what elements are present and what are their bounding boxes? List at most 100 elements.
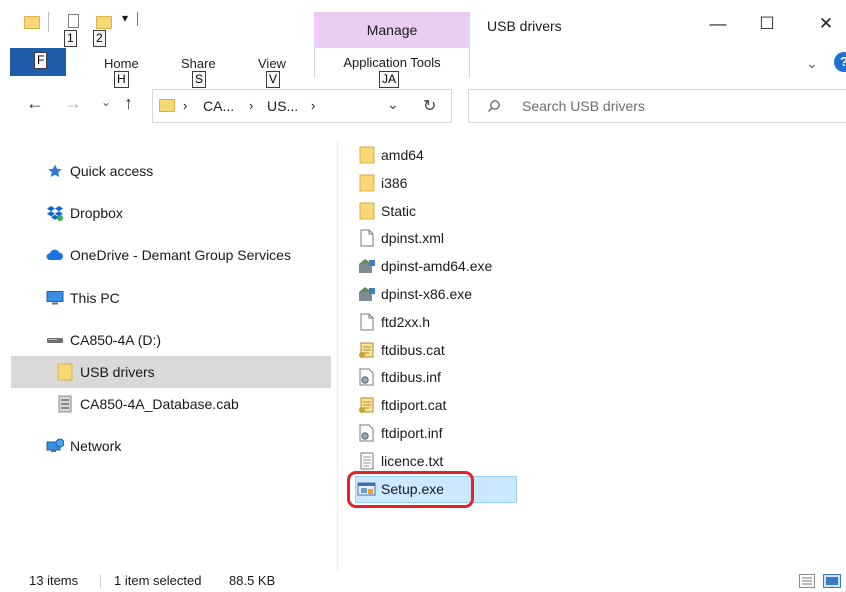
list-item-dpinst-xml[interactable]: dpinst.xml — [356, 224, 444, 252]
file-name: licence.txt — [381, 453, 444, 469]
nav-item-drive[interactable]: CA850-4A (D:) — [46, 326, 161, 354]
file-name: amd64 — [381, 147, 424, 163]
back-button[interactable]: ← — [26, 93, 44, 114]
breadcrumb-separator[interactable]: › — [249, 98, 253, 113]
document-icon — [356, 312, 378, 332]
drive-icon — [46, 332, 64, 348]
large-icons-view-icon[interactable] — [823, 574, 841, 591]
breadcrumb-separator[interactable]: › — [183, 98, 187, 113]
file-tab[interactable]: F — [10, 48, 66, 76]
up-button[interactable]: ↑ — [124, 93, 133, 114]
list-item-ftdiport-inf[interactable]: ftdiport.inf — [356, 419, 442, 447]
setup-info-icon — [356, 423, 378, 443]
installer-icon — [356, 256, 378, 276]
file-name: i386 — [381, 175, 408, 191]
minimize-button[interactable]: — — [703, 14, 733, 34]
list-item-ftdiport-cat[interactable]: ftdiport.cat — [356, 391, 446, 419]
search-box[interactable]: Search USB drivers — [468, 89, 846, 123]
keytip-1: 1 — [64, 30, 77, 47]
list-item-dpinst-amd64[interactable]: dpinst-amd64.exe — [356, 252, 492, 280]
breadcrumb-folder[interactable]: US... — [267, 98, 298, 114]
folder-icon — [356, 173, 378, 193]
list-item-ftd2xx-h[interactable]: ftd2xx.h — [356, 308, 430, 336]
text-file-icon — [356, 451, 378, 471]
selection-size: 88.5 KB — [229, 573, 276, 588]
file-name: dpinst-x86.exe — [381, 286, 473, 302]
keytip-v: V — [266, 71, 281, 88]
item-count: 13 items — [29, 573, 79, 588]
manage-tab[interactable]: Manage — [314, 12, 470, 48]
highlight-outline — [347, 471, 474, 508]
window-title: USB drivers — [487, 18, 562, 34]
nav-item-label: CA850-4A (D:) — [70, 332, 162, 348]
file-name: ftd2xx.h — [381, 314, 431, 330]
file-name: ftdibus.cat — [381, 342, 445, 358]
file-name: ftdiport.inf — [381, 425, 443, 441]
help-icon[interactable]: ? — [834, 52, 846, 72]
nav-item-label: This PC — [70, 290, 120, 306]
keytip-s: S — [192, 71, 207, 88]
address-bar[interactable]: › CA... › US... › ⌄ ↻ — [152, 89, 452, 123]
nav-item-label: Dropbox — [70, 205, 123, 221]
tab-home[interactable]: Home — [104, 56, 139, 71]
maximize-button[interactable]: ☐ — [752, 14, 782, 34]
list-item-dpinst-x86[interactable]: dpinst-x86.exe — [356, 280, 472, 308]
nav-item-label: Quick access — [70, 163, 154, 179]
nav-item-dropbox[interactable]: Dropbox — [46, 199, 123, 227]
keytip-h: H — [114, 71, 129, 88]
tab-share[interactable]: Share — [181, 56, 216, 71]
list-item-i386[interactable]: i386 — [356, 169, 407, 197]
nav-item-label: CA850-4A_Database.cab — [80, 396, 239, 412]
pane-divider[interactable] — [337, 140, 338, 572]
refresh-icon[interactable]: ↻ — [423, 96, 436, 116]
title-bar: 1 2 ▾ Manage USB drivers — ☐ ✕ — [0, 0, 846, 48]
search-input[interactable]: Search USB drivers — [522, 98, 645, 114]
folder-icon — [356, 145, 378, 165]
nav-item-onedrive[interactable]: OneDrive - Demant Group Services — [46, 241, 291, 269]
customize-toolbar-dropdown[interactable]: ▾ — [122, 11, 128, 25]
list-item-ftdibus-inf[interactable]: ftdibus.inf — [356, 363, 441, 391]
breadcrumb-separator[interactable]: › — [311, 98, 315, 113]
nav-item-this-pc[interactable]: This PC — [46, 284, 120, 312]
folder-icon — [24, 16, 40, 29]
status-bar: 13 items 1 item selected 88.5 KB — [0, 570, 846, 592]
nav-item-label: USB drivers — [80, 364, 155, 380]
nav-item-quick-access[interactable]: Quick access — [46, 157, 153, 185]
file-name: ftdiport.cat — [381, 397, 447, 413]
monitor-icon — [46, 290, 64, 306]
network-icon — [46, 438, 64, 454]
breadcrumb-drive[interactable]: CA... — [203, 98, 234, 114]
address-dropdown-icon[interactable]: ⌄ — [387, 96, 399, 113]
installer-icon — [356, 284, 378, 304]
tab-view[interactable]: View — [258, 56, 286, 71]
nav-item-usb-drivers[interactable]: USB drivers — [56, 358, 155, 386]
folder-icon — [56, 363, 74, 381]
folder-icon — [159, 99, 175, 112]
toolbar-separator — [137, 12, 138, 26]
nav-item-label: OneDrive - Demant Group Services — [70, 247, 291, 263]
file-name: ftdibus.inf — [381, 369, 441, 385]
toolbar-divider — [48, 12, 49, 32]
collapse-ribbon-icon[interactable]: ⌄ — [806, 55, 818, 72]
selection-count: 1 item selected — [114, 573, 202, 588]
setup-info-icon — [356, 367, 378, 387]
list-item-amd64[interactable]: amd64 — [356, 141, 424, 169]
keytip-2: 2 — [93, 30, 106, 47]
details-view-icon[interactable] — [799, 574, 815, 591]
forward-button[interactable]: → — [64, 93, 82, 114]
list-item-static[interactable]: Static — [356, 197, 416, 225]
list-item-ftdibus-cat[interactable]: ftdibus.cat — [356, 336, 445, 364]
new-folder-icon[interactable] — [96, 16, 112, 29]
file-name: dpinst-amd64.exe — [381, 258, 493, 274]
nav-item-network[interactable]: Network — [46, 432, 121, 460]
keytip-f: F — [34, 52, 48, 69]
search-icon — [488, 100, 500, 112]
nav-item-database-cab[interactable]: CA850-4A_Database.cab — [56, 390, 239, 418]
properties-icon[interactable] — [68, 14, 79, 28]
close-button[interactable]: ✕ — [811, 14, 841, 34]
file-name: Static — [381, 203, 417, 219]
dropbox-icon — [46, 205, 64, 221]
folder-icon — [356, 201, 378, 221]
recent-locations-button[interactable]: ⌄ — [101, 95, 111, 109]
nav-item-label: Network — [70, 438, 122, 454]
